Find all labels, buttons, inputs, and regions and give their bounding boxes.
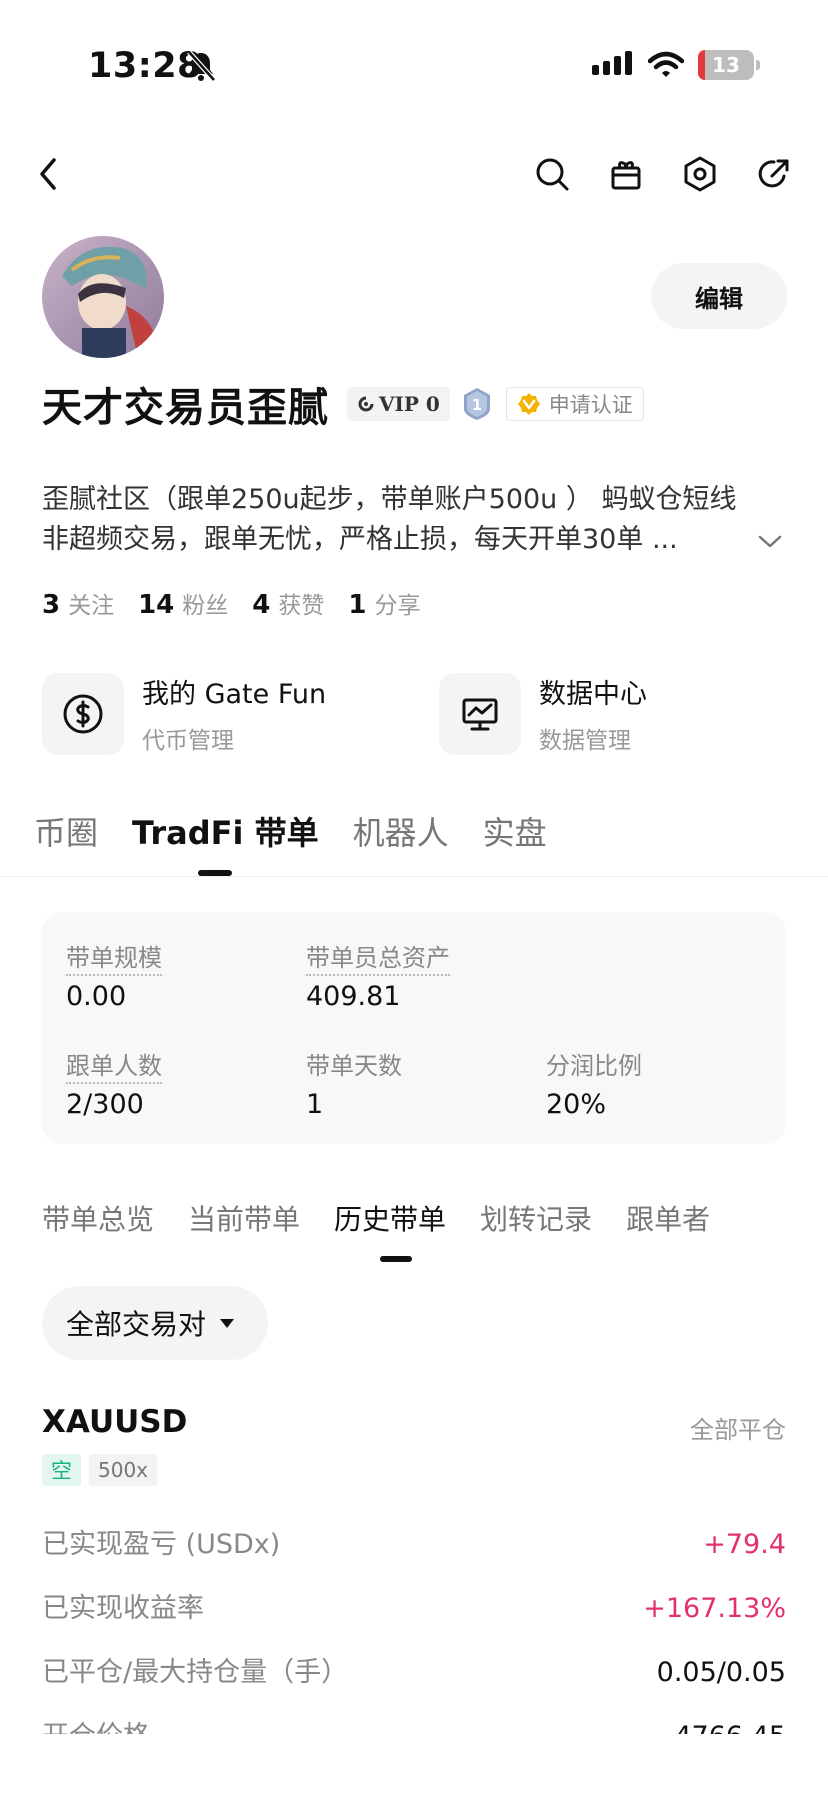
tab-tradfi-copy[interactable]: TradFi 带单 bbox=[132, 808, 319, 854]
status-bar: 13:28 13 bbox=[0, 0, 828, 130]
filter-label: 全部交易对 bbox=[66, 1308, 207, 1341]
metric-value: 1 bbox=[306, 1089, 324, 1120]
detail-label: 已实现盈亏 (USDx) bbox=[42, 1529, 281, 1560]
detail-value: +79.4 bbox=[703, 1529, 786, 1560]
metric-scale: 带单规模 0.00 bbox=[66, 938, 162, 1012]
metric-label[interactable]: 跟单人数 bbox=[66, 1052, 162, 1084]
vip-badge[interactable]: VIP 0 bbox=[347, 387, 450, 421]
profile-bio: 歪腻社区（跟单250u起步，带单账户500u ） 蚂蚁仓短线 非超频交易，跟单无… bbox=[42, 480, 762, 560]
wifi-icon bbox=[648, 51, 684, 77]
trading-pair-filter[interactable]: 全部交易对 bbox=[42, 1286, 268, 1360]
stat-number: 3 bbox=[42, 590, 61, 620]
metric-value: 409.81 bbox=[306, 981, 401, 1012]
sub-tabs: 带单总览 当前带单 历史带单 划转记录 跟单者 bbox=[42, 1198, 710, 1238]
metric-days: 带单天数 1 bbox=[306, 1046, 402, 1120]
dollar-circle-icon bbox=[63, 694, 103, 733]
quick-link-data-center[interactable]: 数据中心 数据管理 bbox=[439, 672, 647, 755]
stat-following[interactable]: 3 关注 bbox=[42, 586, 114, 620]
tab-overview[interactable]: 带单总览 bbox=[42, 1198, 154, 1238]
quick-link-subtitle: 数据管理 bbox=[539, 728, 631, 754]
vip-ring-icon bbox=[358, 396, 374, 412]
bell-muted-icon bbox=[187, 50, 216, 82]
stat-number: 4 bbox=[252, 590, 271, 620]
avatar[interactable] bbox=[42, 236, 164, 358]
stat-number: 1 bbox=[348, 590, 367, 620]
monitor-chart-icon bbox=[462, 698, 498, 730]
profile-stats: 3 关注 14 粉丝 4 获赞 1 分享 bbox=[42, 586, 420, 620]
main-tabs: 币圈 TradFi 带单 机器人 实盘 bbox=[34, 808, 547, 854]
stat-label: 分享 bbox=[374, 593, 421, 619]
gift-icon[interactable] bbox=[606, 154, 646, 194]
profile-name: 天才交易员歪腻 bbox=[42, 385, 329, 431]
detail-label: 已实现收益率 bbox=[42, 1593, 204, 1624]
vip-label: VIP 0 bbox=[379, 392, 440, 416]
metric-label[interactable]: 带单员总资产 bbox=[306, 944, 450, 976]
screen-bottom-cutoff bbox=[0, 1734, 828, 1801]
detail-label: 已平仓/最大持仓量（手） bbox=[42, 1657, 349, 1688]
tab-live[interactable]: 实盘 bbox=[483, 808, 547, 854]
tab-transfer-records[interactable]: 划转记录 bbox=[480, 1198, 592, 1238]
detail-realized-pnl: 已实现盈亏 (USDx) +79.4 bbox=[42, 1522, 786, 1561]
level-shield-icon[interactable]: 1 bbox=[462, 387, 492, 421]
cellular-signal-icon bbox=[592, 51, 632, 75]
battery-indicator: 13 bbox=[698, 50, 760, 80]
level-number: 1 bbox=[472, 396, 482, 414]
bio-line: 非超频交易，跟单无忧，严格止损，每天开单30单 ... bbox=[42, 524, 678, 555]
status-time: 13:28 bbox=[88, 46, 202, 86]
tab-followers[interactable]: 跟单者 bbox=[626, 1198, 710, 1238]
metric-total-assets: 带单员总资产 409.81 bbox=[306, 938, 450, 1012]
stat-number: 14 bbox=[138, 590, 175, 620]
metric-followers: 跟单人数 2/300 bbox=[66, 1046, 162, 1120]
tab-bots[interactable]: 机器人 bbox=[353, 808, 449, 854]
tab-crypto[interactable]: 币圈 bbox=[34, 808, 98, 854]
battery-level: 13 bbox=[712, 53, 740, 77]
chevron-down-icon[interactable] bbox=[756, 532, 784, 552]
back-arrow-icon[interactable] bbox=[34, 154, 64, 194]
settings-icon[interactable] bbox=[680, 154, 720, 194]
metric-value: 20% bbox=[546, 1089, 607, 1120]
stat-label: 关注 bbox=[68, 593, 115, 619]
tab-current-trades[interactable]: 当前带单 bbox=[188, 1198, 300, 1238]
metric-label: 带单天数 bbox=[306, 1052, 402, 1080]
profile-name-row: 天才交易员歪腻 VIP 0 1 申请认证 bbox=[42, 378, 644, 431]
apply-verification-chip[interactable]: 申请认证 bbox=[505, 387, 644, 421]
quick-link-gate-fun[interactable]: 我的 Gate Fun 代币管理 bbox=[42, 672, 326, 755]
quick-link-title: 数据中心 bbox=[539, 679, 647, 710]
stat-likes[interactable]: 4 获赞 bbox=[252, 586, 324, 620]
divider bbox=[0, 876, 828, 877]
stat-label: 获赞 bbox=[278, 593, 325, 619]
stat-followers[interactable]: 14 粉丝 bbox=[138, 586, 228, 620]
verified-badge-icon bbox=[517, 393, 540, 415]
metric-value: 0.00 bbox=[66, 981, 127, 1012]
metric-profit-share: 分润比例 20% bbox=[546, 1046, 642, 1120]
detail-realized-roi: 已实现收益率 +167.13% bbox=[42, 1586, 786, 1625]
metric-label: 分润比例 bbox=[546, 1052, 642, 1080]
direction-tag: 空 bbox=[42, 1454, 81, 1486]
detail-value: +167.13% bbox=[643, 1593, 786, 1624]
copy-trading-summary-card: 带单规模 0.00 带单员总资产 409.81 跟单人数 2/300 带单天数 … bbox=[42, 912, 786, 1144]
stat-label: 粉丝 bbox=[182, 593, 229, 619]
detail-value: 0.05/0.05 bbox=[656, 1657, 786, 1688]
trade-status: 全部平仓 bbox=[690, 1416, 786, 1444]
stat-shares[interactable]: 1 分享 bbox=[348, 586, 420, 620]
active-subtab-indicator bbox=[380, 1256, 412, 1262]
edit-profile-button[interactable]: 编辑 bbox=[651, 263, 787, 329]
tab-history-trades[interactable]: 历史带单 bbox=[334, 1198, 446, 1238]
quick-link-title: 我的 Gate Fun bbox=[142, 679, 327, 710]
quick-link-subtitle: 代币管理 bbox=[142, 728, 234, 754]
search-icon[interactable] bbox=[532, 154, 572, 194]
share-icon[interactable] bbox=[754, 154, 794, 194]
leverage-tag: 500x bbox=[89, 1454, 158, 1486]
trade-tags: 空 500x bbox=[42, 1454, 158, 1486]
bio-line: 歪腻社区（跟单250u起步，带单账户500u ） 蚂蚁仓短线 bbox=[42, 484, 737, 515]
caret-down-icon bbox=[220, 1318, 235, 1328]
detail-closed-max-position: 已平仓/最大持仓量（手） 0.05/0.05 bbox=[42, 1650, 786, 1689]
trade-symbol[interactable]: XAUUSD bbox=[42, 1404, 187, 1440]
top-nav bbox=[0, 148, 828, 200]
metric-label[interactable]: 带单规模 bbox=[66, 944, 162, 976]
metric-value: 2/300 bbox=[66, 1089, 144, 1120]
apply-verification-label: 申请认证 bbox=[548, 393, 633, 417]
